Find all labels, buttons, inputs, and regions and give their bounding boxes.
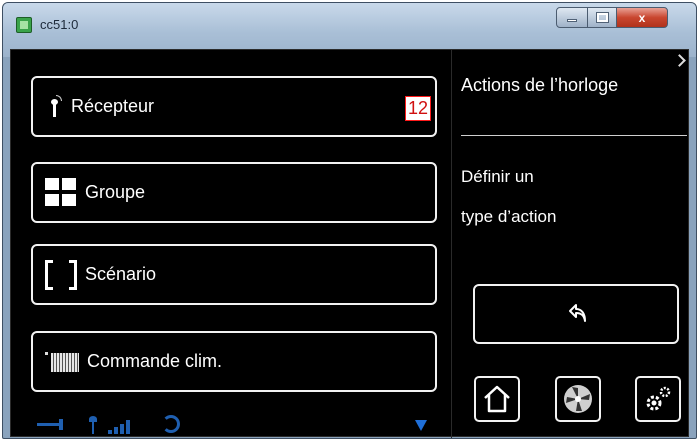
app-window: cc51:0 x Récepteur 12 Groupe Scénario Co…	[2, 2, 697, 439]
signal-bars-icon	[108, 418, 138, 434]
window-title: cc51:0	[40, 17, 79, 32]
home-icon	[484, 385, 510, 413]
scroll-down-icon[interactable]	[415, 420, 427, 431]
minimize-button[interactable]	[556, 7, 588, 28]
menu-item-label: Récepteur	[71, 96, 155, 116]
settings-icon	[646, 386, 671, 411]
plug-icon	[37, 418, 67, 432]
menu-item-label: Commande clim.	[87, 351, 223, 371]
menu-item-label: Scénario	[85, 264, 157, 284]
menu-item-recepteur[interactable]: Récepteur 12	[31, 76, 437, 137]
main-menu: Récepteur 12 Groupe Scénario Commande cl…	[11, 50, 451, 438]
panel-description-line-2: type d’action	[461, 207, 557, 226]
menu-item-commande-clim[interactable]: Commande clim.	[31, 331, 437, 392]
device-screen: Récepteur 12 Groupe Scénario Commande cl…	[10, 49, 690, 438]
minimize-icon	[567, 19, 577, 22]
app-icon	[16, 17, 32, 33]
maximize-icon	[595, 12, 609, 23]
menu-item-scenario[interactable]: Scénario	[31, 244, 437, 305]
collapse-chevron-icon[interactable]	[673, 54, 686, 67]
info-panel: Actions de l’horloge Définir un type d’a…	[451, 50, 690, 438]
fan-icon	[564, 385, 592, 413]
home-button[interactable]	[474, 376, 520, 422]
panel-description-line-1: Définir un	[461, 167, 534, 186]
grid-icon	[45, 177, 77, 209]
radiator-icon	[45, 351, 83, 373]
settings-button[interactable]	[635, 376, 681, 422]
fan-button[interactable]	[555, 376, 601, 422]
divider	[461, 135, 687, 136]
back-arrow-icon	[569, 304, 586, 322]
signal-antenna-icon	[88, 416, 98, 434]
bracket-icon	[45, 259, 83, 291]
status-bar	[31, 414, 451, 436]
menu-item-groupe[interactable]: Groupe	[31, 162, 437, 223]
count-badge: 12	[405, 96, 431, 121]
sync-icon[interactable]	[162, 415, 180, 433]
maximize-button[interactable]	[587, 7, 617, 28]
menu-item-label: Groupe	[85, 182, 146, 202]
antenna-icon	[47, 94, 63, 119]
back-button[interactable]	[473, 284, 679, 344]
close-button[interactable]: x	[616, 7, 668, 28]
panel-title: Actions de l’horloge	[461, 75, 619, 95]
